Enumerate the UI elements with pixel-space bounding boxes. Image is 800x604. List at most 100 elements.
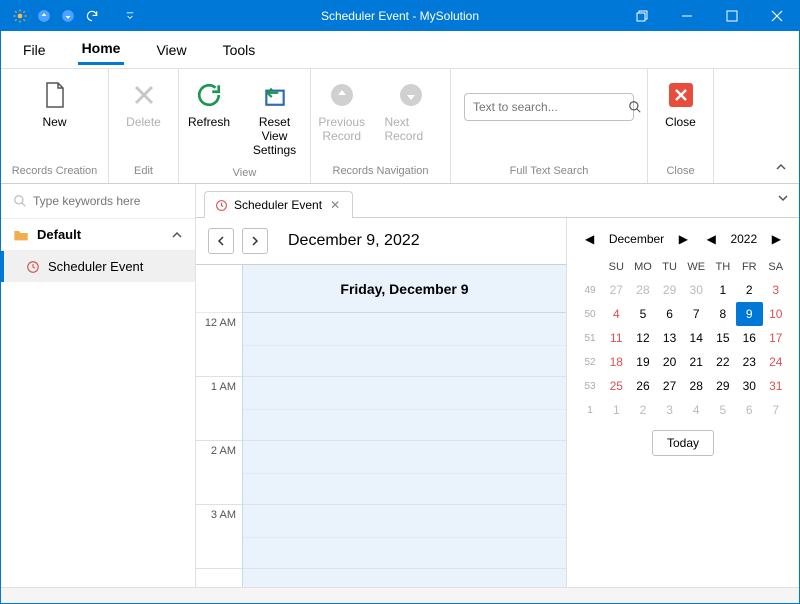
next-month-button[interactable]: ▶ [675, 230, 692, 248]
calendar-day[interactable]: 18 [603, 350, 630, 374]
refresh-button[interactable]: Refresh [179, 75, 239, 135]
calendar-day[interactable]: 9 [736, 302, 762, 326]
time-slot[interactable] [243, 505, 566, 569]
sidebar-search-input[interactable] [33, 194, 188, 208]
sidebar-group-default[interactable]: Default [1, 218, 195, 251]
calendar-day[interactable]: 6 [656, 302, 682, 326]
close-window-button[interactable] [754, 1, 799, 31]
calendar-day[interactable]: 28 [683, 374, 710, 398]
calendar-day[interactable]: 20 [656, 350, 682, 374]
time-label: 2 AM [196, 441, 242, 505]
calendar-day[interactable]: 13 [656, 326, 682, 350]
prev-year-button[interactable]: ◀ [703, 230, 720, 248]
arrow-up-icon [328, 81, 356, 109]
quickaccess-dropdown-icon[interactable] [123, 9, 137, 23]
titlebar: Scheduler Event - MySolution [1, 1, 799, 31]
maximize-button[interactable] [709, 1, 754, 31]
group-search: Full Text Search [451, 161, 647, 183]
calendar-day[interactable]: 22 [710, 350, 736, 374]
week-number: 53 [577, 374, 603, 398]
statusbar [1, 587, 799, 603]
refresh-icon[interactable] [85, 9, 99, 23]
reset-view-button[interactable]: Reset View Settings [239, 75, 310, 163]
calendar-day[interactable]: 1 [603, 398, 630, 422]
time-label: 1 AM [196, 377, 242, 441]
calendar-day[interactable]: 2 [736, 278, 762, 302]
tabstrip-menu-button[interactable] [777, 192, 789, 204]
reset-view-label: Reset View Settings [251, 115, 298, 157]
next-record-button: Next Record [372, 75, 450, 149]
calendar-day[interactable]: 7 [763, 398, 790, 422]
search-box[interactable] [464, 93, 634, 121]
calendar-day[interactable]: 14 [683, 326, 710, 350]
calendar-day[interactable]: 23 [736, 350, 762, 374]
sidebar-item-scheduler-event[interactable]: Scheduler Event [1, 251, 195, 282]
calendar-day[interactable]: 30 [736, 374, 762, 398]
new-button[interactable]: New [25, 75, 85, 135]
calendar-day[interactable]: 27 [656, 374, 682, 398]
minimize-button[interactable] [664, 1, 709, 31]
calendar-day[interactable]: 10 [763, 302, 790, 326]
menu-tools[interactable]: Tools [219, 36, 260, 64]
menu-home[interactable]: Home [78, 34, 125, 65]
calendar-day[interactable]: 2 [630, 398, 657, 422]
calendar-day[interactable]: 31 [763, 374, 790, 398]
time-slot[interactable] [243, 441, 566, 505]
time-slot[interactable] [243, 377, 566, 441]
prev-day-button[interactable] [208, 228, 234, 254]
calendar-day[interactable]: 6 [736, 398, 762, 422]
calendar-day[interactable]: 11 [603, 326, 630, 350]
calendar-day[interactable]: 4 [683, 398, 710, 422]
close-button[interactable]: Close [651, 75, 711, 135]
dow-header: TH [710, 256, 736, 278]
calendar-day[interactable]: 5 [710, 398, 736, 422]
dow-header: TU [656, 256, 682, 278]
calendar-day[interactable]: 3 [656, 398, 682, 422]
tab-scheduler-event[interactable]: Scheduler Event ✕ [204, 191, 353, 218]
calendar-day[interactable]: 8 [710, 302, 736, 326]
restore-down-button[interactable] [619, 1, 664, 31]
close-label: Close [665, 115, 696, 129]
menu-file[interactable]: File [19, 36, 50, 64]
calendar-day[interactable]: 21 [683, 350, 710, 374]
time-label: 12 AM [196, 313, 242, 377]
calendar-day[interactable]: 17 [763, 326, 790, 350]
time-slot[interactable] [243, 313, 566, 377]
calendar-day[interactable]: 19 [630, 350, 657, 374]
dow-header: SU [603, 256, 630, 278]
calendar-day[interactable]: 5 [630, 302, 657, 326]
prev-month-button[interactable]: ◀ [581, 230, 598, 248]
calendar-day[interactable]: 28 [630, 278, 657, 302]
calendar-day[interactable]: 4 [603, 302, 630, 326]
search-icon[interactable] [628, 100, 642, 114]
calendar-day[interactable]: 30 [683, 278, 710, 302]
clock-icon [26, 260, 40, 274]
calendar-day[interactable]: 24 [763, 350, 790, 374]
gear-icon[interactable] [13, 9, 27, 23]
allday-header: Friday, December 9 [243, 265, 566, 313]
calendar-day[interactable]: 29 [710, 374, 736, 398]
mini-cal-month: December [609, 232, 664, 246]
sidebar-item-label: Scheduler Event [48, 259, 143, 274]
group-edit: Edit [109, 161, 178, 183]
calendar-day[interactable]: 1 [710, 278, 736, 302]
calendar-day[interactable]: 25 [603, 374, 630, 398]
today-button[interactable]: Today [652, 430, 714, 456]
ribbon-collapse-button[interactable] [775, 161, 787, 173]
calendar-day[interactable]: 26 [630, 374, 657, 398]
calendar-day[interactable]: 15 [710, 326, 736, 350]
next-year-button[interactable]: ▶ [768, 230, 785, 248]
search-input[interactable] [473, 100, 628, 114]
calendar-day[interactable]: 3 [763, 278, 790, 302]
up-icon[interactable] [37, 9, 51, 23]
down-icon[interactable] [61, 9, 75, 23]
next-day-button[interactable] [242, 228, 268, 254]
menu-view[interactable]: View [152, 36, 190, 64]
week-number: 1 [577, 398, 603, 422]
tab-close-button[interactable]: ✕ [328, 198, 342, 212]
calendar-day[interactable]: 27 [603, 278, 630, 302]
calendar-day[interactable]: 7 [683, 302, 710, 326]
calendar-day[interactable]: 29 [656, 278, 682, 302]
calendar-day[interactable]: 16 [736, 326, 762, 350]
calendar-day[interactable]: 12 [630, 326, 657, 350]
